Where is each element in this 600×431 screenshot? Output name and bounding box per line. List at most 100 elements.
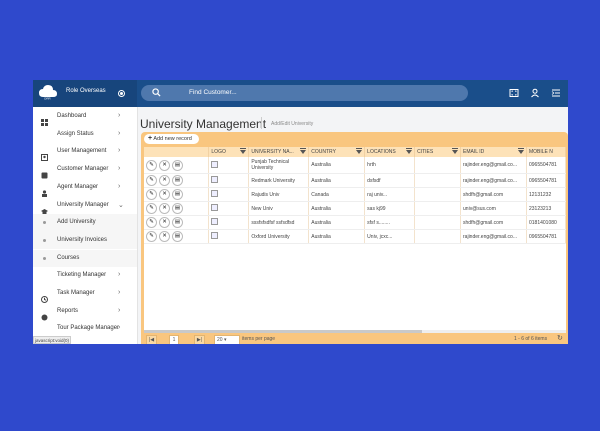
table-row[interactable]: ✎ ✕ ▤ Rajudis Univ Canada raj univ... shdfh@gm… — [144, 187, 566, 202]
save-icon[interactable]: ▤ — [172, 159, 183, 171]
radio-dot-icon[interactable] — [118, 90, 125, 97]
sidebar-item-dashboard[interactable]: Dashboard › — [33, 108, 137, 126]
search-bar[interactable]: Find Customer... — [141, 85, 468, 101]
delete-icon[interactable]: ✕ — [159, 217, 170, 228]
search-input[interactable]: Find Customer... — [189, 89, 237, 96]
chevron-down-icon: ⌄ — [118, 201, 124, 209]
user-icon[interactable] — [530, 88, 540, 98]
name-cell: Oxford University — [248, 229, 310, 244]
cities-cell — [414, 173, 462, 188]
breadcrumb: Add/Edit University — [271, 121, 314, 127]
column-header[interactable]: MOBILE N — [526, 147, 566, 157]
column-header[interactable]: LOCATIONS — [364, 147, 416, 157]
broken-image-icon — [211, 218, 219, 225]
sidebar-item-agent-manager[interactable]: Agent Manager › — [33, 179, 137, 197]
sidebar-item-assign-status[interactable]: Assign Status › — [33, 126, 137, 144]
add-record-button[interactable]: + Add new record — [144, 134, 199, 144]
filter-icon[interactable] — [452, 148, 459, 154]
column-header[interactable]: LOGO — [208, 147, 250, 157]
column-header[interactable]: EMAIL ID — [460, 147, 527, 157]
sidebar-item-add-university[interactable]: Add University — [33, 214, 137, 232]
sidebar-item-user-management[interactable]: User Management › — [33, 143, 137, 162]
edit-icon[interactable]: ✎ — [146, 203, 157, 214]
filter-icon[interactable] — [406, 148, 413, 154]
column-header[interactable]: COUNTRY — [308, 147, 366, 157]
sidebar-item-reports[interactable]: Reports › — [33, 303, 137, 321]
sidebar-item-university-invoices[interactable]: University Invoices — [33, 231, 137, 250]
sidebar-item-courses[interactable]: Courses — [33, 249, 137, 268]
clock-icon — [41, 290, 48, 303]
logo-cell — [208, 187, 250, 202]
sidebar-item-customer-manager[interactable]: Customer Manager › — [33, 161, 137, 179]
fullscreen-icon[interactable] — [509, 88, 519, 98]
table-row[interactable]: ✎ ✕ ▤ Punjab Technical University Australia h… — [144, 157, 566, 174]
sidebar-item-label: University Manager — [57, 201, 109, 208]
cloud-logo-icon: ORR — [39, 85, 57, 101]
save-icon[interactable]: ▤ — [172, 217, 183, 228]
column-header-label: CITIES — [417, 149, 434, 155]
save-icon[interactable]: ▤ — [172, 189, 183, 200]
agent-icon — [41, 184, 48, 197]
column-header[interactable]: CITIES — [414, 147, 462, 157]
row-actions: ✎ ✕ ▤ — [144, 157, 210, 174]
delete-icon[interactable]: ✕ — [159, 203, 170, 214]
top-bar: ORR Role Overseas Find Customer... — [33, 80, 568, 107]
university-icon — [41, 202, 48, 214]
cities-cell — [414, 201, 462, 216]
delete-icon[interactable]: ✕ — [159, 231, 170, 242]
locations-cell: hrth — [364, 157, 416, 174]
logo-cell — [208, 173, 250, 188]
chevron-right-icon: › — [118, 289, 121, 296]
items-range: 1 - 6 of 6 items — [514, 336, 548, 342]
country-cell: Australia — [308, 215, 366, 230]
filter-icon[interactable] — [356, 148, 363, 154]
delete-icon[interactable]: ✕ — [159, 189, 170, 200]
page-size-select[interactable]: 20 ▾ — [214, 335, 240, 344]
table-row[interactable]: ✎ ✕ ▤ New Univ Australia sas kj99 univ@sus.com… — [144, 201, 566, 216]
sidebar-item-label: Task Manager — [57, 290, 95, 296]
sidebar-item-task-manager[interactable]: Task Manager › — [33, 285, 137, 303]
cities-cell — [414, 157, 462, 174]
filter-icon[interactable] — [300, 148, 307, 154]
chevron-right-icon: › — [118, 324, 121, 332]
edit-icon[interactable]: ✎ — [146, 189, 157, 200]
table-row[interactable]: ✎ ✕ ▤ Redmark University Australia dsfsdf raji… — [144, 173, 566, 188]
status-tooltip: javascript:void(0) — [33, 336, 71, 344]
table-row[interactable]: ✎ ✕ ▤ sssfsfsdfsf ssfsdfsd Australia sfsf s..… — [144, 215, 566, 230]
edit-icon[interactable]: ✎ — [146, 159, 157, 171]
edit-icon[interactable]: ✎ — [146, 175, 157, 186]
filter-icon[interactable] — [517, 148, 524, 154]
first-page-button[interactable]: |◀ — [146, 335, 157, 344]
column-header[interactable]: UNIVERSITY NA... — [248, 147, 310, 157]
search-icon[interactable] — [152, 88, 161, 97]
page-1-button[interactable]: 1 — [169, 335, 179, 344]
horizontal-scrollbar[interactable] — [144, 330, 566, 333]
chevron-right-icon: › — [118, 147, 121, 155]
menu-icon[interactable] — [551, 88, 561, 98]
refresh-icon[interactable]: ↻ — [557, 334, 563, 342]
save-icon[interactable]: ▤ — [172, 175, 183, 186]
cities-cell — [414, 229, 462, 244]
delete-icon[interactable]: ✕ — [159, 175, 170, 186]
university-table: LOGO UNIVERSITY NA... COUNTRY LOCATIONS CITI… — [144, 147, 566, 244]
delete-icon[interactable]: ✕ — [159, 159, 170, 171]
filter-icon[interactable] — [240, 148, 247, 154]
locations-cell: Univ, jcxc... — [364, 229, 416, 244]
dashboard-icon — [41, 113, 48, 126]
table-row[interactable]: ✎ ✕ ▤ Oxford University Australia Univ, jcxc.… — [144, 229, 566, 244]
sidebar-item-label: Tour Package Manager — [57, 325, 120, 332]
edit-icon[interactable]: ✎ — [146, 217, 157, 228]
bullet-icon — [43, 256, 46, 260]
bullet-icon — [43, 238, 46, 242]
edit-icon[interactable]: ✎ — [146, 231, 157, 242]
save-icon[interactable]: ▤ — [172, 203, 183, 214]
sidebar-item-university-manager[interactable]: University Manager ⌄ — [33, 197, 137, 215]
sidebar-item-label: Courses — [57, 254, 80, 261]
row-actions: ✎ ✕ ▤ — [144, 215, 210, 230]
app-window: ORR Role Overseas Find Customer... Dashb… — [33, 80, 568, 344]
last-page-button[interactable]: ▶| — [194, 335, 205, 344]
sidebar-item-ticketing-manager[interactable]: Ticketing Manager › — [33, 267, 137, 285]
scrollbar-thumb[interactable] — [144, 330, 422, 333]
save-icon[interactable]: ▤ — [172, 231, 183, 242]
chevron-right-icon: › — [118, 182, 121, 190]
